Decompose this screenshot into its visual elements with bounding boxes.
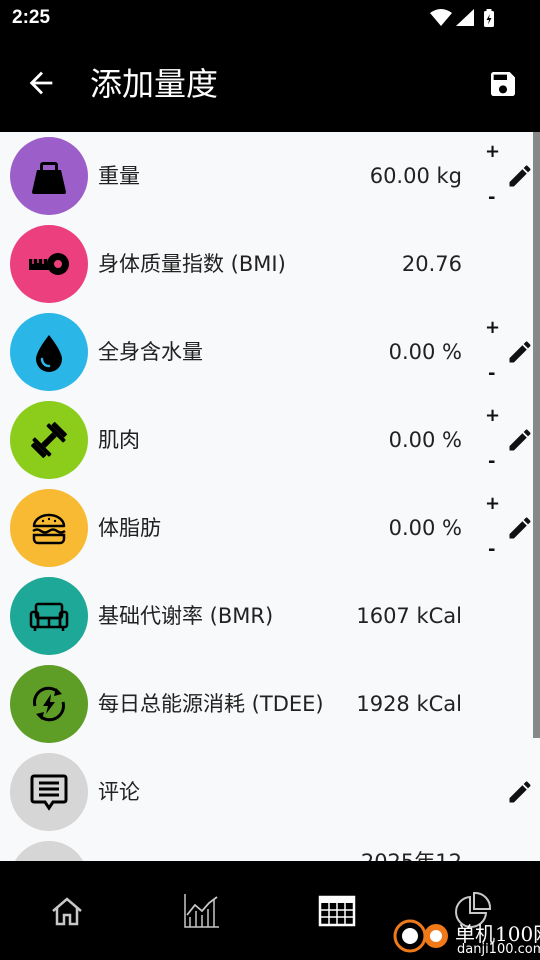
measurement-value: 1607 kCal [356,604,462,628]
increase-button[interactable]: + [485,494,500,514]
watermark-logo [393,919,448,953]
edit-pencil-icon[interactable] [506,162,534,190]
list-item-muscle[interactable]: 肌肉 0.00 % + - [0,396,540,484]
measurement-value: 20.76 [401,252,462,276]
decrease-button[interactable]: - [488,452,495,472]
measurement-label: 每日总能源消耗 (TDEE) [98,692,324,716]
page-title: 添加量度 [90,65,219,103]
list-scrollbar[interactable] [533,132,540,738]
measurement-value: 60.00 kg [369,164,462,188]
increase-button[interactable]: + [485,142,500,162]
measurement-value: 0.00 % [388,516,462,540]
list-item-bmr[interactable]: 基础代谢率 (BMR) 1607 kCal [0,572,540,660]
bmr-icon-circle [10,577,88,655]
edit-pencil-icon[interactable] [506,514,534,542]
measurement-label: 身体质量指数 (BMI) [98,252,286,276]
measurement-label: 肌肉 [98,428,140,452]
decrease-button[interactable]: - [488,540,495,560]
wifi-icon [430,9,452,26]
signal-icon [456,9,474,26]
measurement-value: 1928 kCal [356,692,462,716]
status-icons [430,9,494,27]
comment-icon [30,774,68,811]
weight-icon-circle [10,137,88,215]
measurement-label: 基础代谢率 (BMR) [98,604,274,628]
kettlebell-icon [32,162,66,194]
list-item-comment[interactable]: 评论 [0,748,540,836]
fat-icon-circle [10,489,88,567]
measurement-value: 0.00 % [388,428,462,452]
increase-button[interactable]: + [485,318,500,338]
list-item-fat[interactable]: 体脂肪 0.00 % + - [0,484,540,572]
list-item-tdee[interactable]: 每日总能源消耗 (TDEE) 1928 kCal [0,660,540,748]
increase-button[interactable]: + [485,406,500,426]
list-item-date[interactable]: 2025年12 [0,836,540,861]
measurement-label: 全身含水量 [98,340,203,364]
measurement-label: 重量 [98,164,140,188]
muscle-icon-circle [10,401,88,479]
status-time: 2:25 [12,7,51,28]
energy-icon [33,686,65,722]
home-icon[interactable] [47,891,87,931]
battery-icon [484,9,494,27]
measurement-list[interactable]: 重量 60.00 kg + - 身体质量指数 (BMI) 20.76 全身含水量… [0,132,540,861]
chart-icon[interactable] [181,891,221,931]
edit-pencil-icon[interactable] [506,778,534,806]
measurement-label: 体脂肪 [98,516,161,540]
comment-icon-circle [10,753,88,831]
decrease-button[interactable]: - [488,188,495,208]
decrease-button[interactable]: - [488,364,495,384]
date-icon-circle [10,841,88,861]
table-icon[interactable] [317,891,357,931]
list-item-bmi[interactable]: 身体质量指数 (BMI) 20.76 [0,220,540,308]
status-bar: 2:25 [0,0,540,36]
watermark-url: danji100.com [457,942,540,957]
date-value[interactable]: 2025年12 [361,848,462,861]
bmi-icon-circle [10,225,88,303]
burger-icon [32,513,66,545]
edit-pencil-icon[interactable] [506,426,534,454]
list-item-weight[interactable]: 重量 60.00 kg + - [0,132,540,220]
list-item-water[interactable]: 全身含水量 0.00 % + - [0,308,540,396]
back-arrow-icon[interactable] [24,66,58,100]
water-drop-icon [36,335,62,372]
measurement-label: 评论 [98,780,140,804]
sofa-icon [29,602,69,631]
save-icon[interactable] [487,68,519,100]
measurement-value: 0.00 % [388,340,462,364]
app-bar: 添加量度 [0,36,540,132]
edit-pencil-icon[interactable] [506,338,534,366]
water-icon-circle [10,313,88,391]
tdee-icon-circle [10,665,88,743]
dumbbell-icon [31,422,67,458]
tape-measure-icon [29,253,69,275]
